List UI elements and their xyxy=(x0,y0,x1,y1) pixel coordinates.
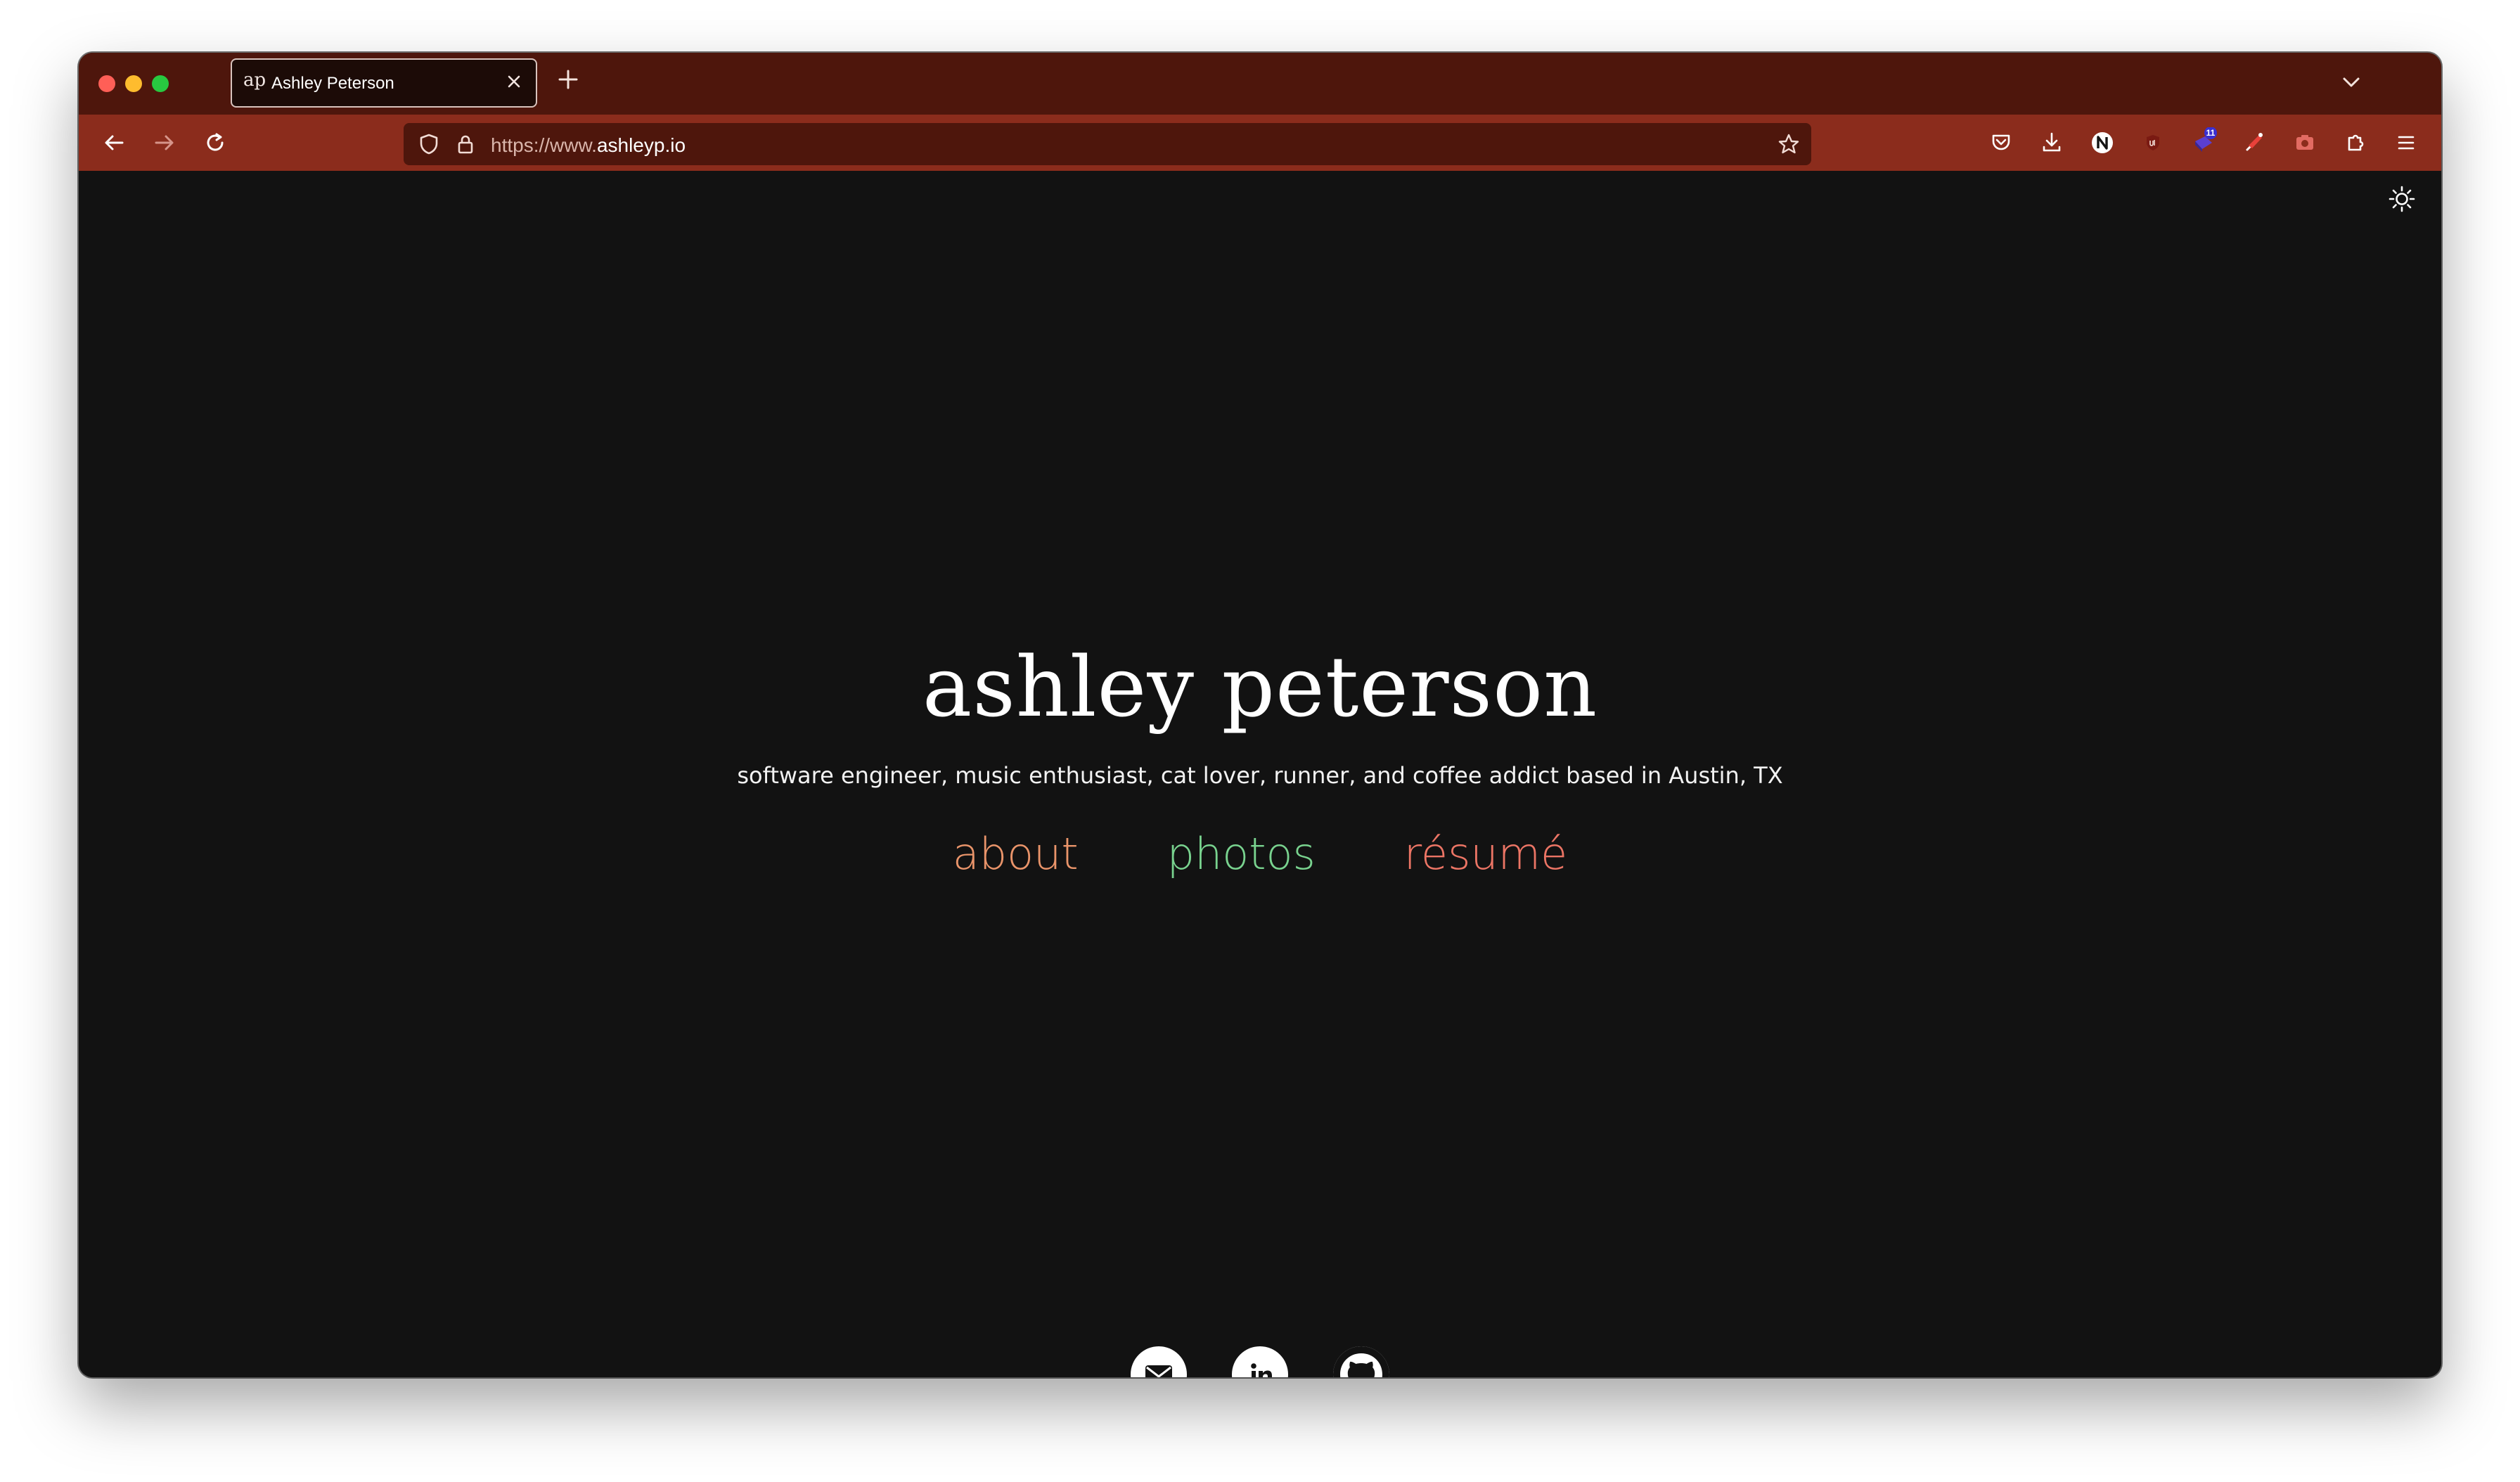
site-title: ashley peterson xyxy=(922,638,1598,735)
menu-hamburger-icon[interactable] xyxy=(2391,127,2422,158)
tab-strip: ap Ashley Peterson xyxy=(79,53,2441,115)
url-host: ashleyp.io xyxy=(596,134,686,156)
address-bar[interactable]: https://www.ashleyp.io xyxy=(404,123,1811,165)
site-tagline: software engineer, music enthusiast, cat… xyxy=(737,762,1783,789)
magic-wand-extension-icon[interactable] xyxy=(2239,127,2270,158)
shield-icon[interactable] xyxy=(416,131,442,157)
forward-arrow-icon[interactable] xyxy=(149,127,180,158)
mail-icon[interactable] xyxy=(1131,1346,1187,1377)
social-links xyxy=(79,1346,2441,1377)
extension-badge-count: 11 xyxy=(2206,128,2216,138)
browser-window: ap Ashley Peterson https://www.ashleyp.i… xyxy=(79,53,2441,1377)
close-window-button[interactable] xyxy=(98,75,115,92)
back-arrow-icon[interactable] xyxy=(98,127,129,158)
nav-link-about[interactable]: about xyxy=(953,825,1079,884)
site-nav: about photos résumé xyxy=(79,825,2441,884)
site-favicon: ap xyxy=(243,70,266,91)
screenshot-camera-icon[interactable] xyxy=(2289,127,2320,158)
new-tab-button[interactable] xyxy=(554,65,582,94)
extension-badge-icon[interactable]: 11 xyxy=(2188,127,2219,158)
browser-tab[interactable]: ap Ashley Peterson xyxy=(231,58,537,108)
reload-icon[interactable] xyxy=(200,127,231,158)
nav-link-resume[interactable]: résumé xyxy=(1404,825,1567,884)
ublock-origin-icon[interactable] xyxy=(2138,127,2168,158)
sun-icon[interactable] xyxy=(2388,185,2416,213)
bookmark-star-icon[interactable] xyxy=(1776,131,1801,157)
url-text[interactable]: https://www.ashleyp.io xyxy=(491,134,686,157)
url-prefix: https://www. xyxy=(491,134,597,156)
zoom-window-button[interactable] xyxy=(152,75,169,92)
extensions-puzzle-icon[interactable] xyxy=(2340,127,2371,158)
linkedin-icon[interactable] xyxy=(1232,1346,1288,1377)
minimize-window-button[interactable] xyxy=(125,75,142,92)
pocket-icon[interactable] xyxy=(1986,127,2017,158)
list-all-tabs-icon[interactable] xyxy=(2337,68,2365,96)
tab-title: Ashley Peterson xyxy=(271,74,394,93)
page-content: ashley peterson software engineer, music… xyxy=(79,171,2441,1377)
navigation-toolbar: https://www.ashleyp.io 11 xyxy=(79,115,2441,171)
lock-icon[interactable] xyxy=(453,131,478,157)
github-icon[interactable] xyxy=(1333,1346,1389,1377)
notion-extension-icon[interactable] xyxy=(2087,127,2118,158)
close-tab-icon[interactable] xyxy=(503,71,525,92)
nav-link-photos[interactable]: photos xyxy=(1167,825,1316,884)
downloads-icon[interactable] xyxy=(2036,127,2067,158)
